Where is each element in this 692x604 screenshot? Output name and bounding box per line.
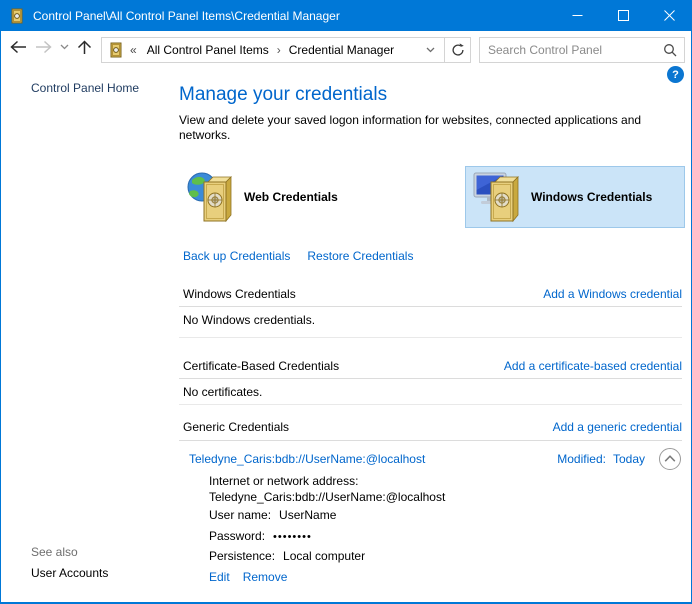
sidebar-item-user-accounts[interactable]: User Accounts: [31, 566, 108, 580]
persistence-label: Persistence:: [209, 549, 275, 563]
breadcrumb-collapse-chevrons[interactable]: «: [130, 43, 137, 57]
breadcrumb-all-control-panel-items[interactable]: All Control Panel Items: [145, 43, 271, 57]
web-credentials-tile[interactable]: Web Credentials: [179, 166, 423, 228]
back-arrow-icon: [9, 40, 28, 54]
section-title: Windows Credentials: [183, 287, 296, 301]
password-value: ••••••••: [273, 531, 312, 543]
search-box: [479, 37, 685, 63]
forward-button[interactable]: [34, 40, 53, 54]
edit-credential-link[interactable]: Edit: [209, 570, 230, 584]
restore-credentials-link[interactable]: Restore Credentials: [307, 249, 413, 263]
username-row: User name: UserName: [209, 508, 336, 522]
certificate-credentials-section-header: Certificate-Based Credentials Add a cert…: [183, 359, 682, 373]
section-divider: [179, 306, 682, 307]
address-label: Internet or network address:: [209, 474, 358, 488]
breadcrumb-separator-icon: ›: [271, 43, 287, 57]
search-icon[interactable]: [663, 43, 677, 57]
refresh-button[interactable]: [444, 38, 470, 62]
address-value: Teledyne_Caris:bdb://UserName:@localhost: [209, 490, 445, 504]
maximize-icon: [618, 10, 629, 21]
windows-credentials-label: Windows Credentials: [531, 190, 652, 204]
credential-row: Teledyne_Caris:bdb://UserName:@localhost…: [189, 447, 682, 471]
window-title: Control Panel\All Control Panel Items\Cr…: [33, 9, 340, 23]
password-row: Password: ••••••••: [209, 529, 312, 543]
section-divider: [179, 440, 682, 441]
credential-name-link[interactable]: Teledyne_Caris:bdb://UserName:@localhost: [189, 452, 425, 466]
section-divider: [179, 378, 682, 379]
minimize-button[interactable]: [554, 0, 600, 31]
persistence-value: Local computer: [283, 549, 365, 563]
section-divider: [179, 404, 682, 405]
remove-credential-link[interactable]: Remove: [243, 570, 288, 584]
persistence-row: Persistence: Local computer: [209, 549, 365, 563]
windows-credentials-icon: [473, 170, 523, 224]
username-value: UserName: [279, 508, 336, 522]
chevron-down-icon: [60, 44, 69, 50]
credential-manager-window: Control Panel\All Control Panel Items\Cr…: [0, 0, 692, 604]
title-bar: Control Panel\All Control Panel Items\Cr…: [0, 0, 692, 31]
add-certificate-credential-link[interactable]: Add a certificate-based credential: [504, 359, 682, 373]
address-bar[interactable]: « All Control Panel Items › Credential M…: [101, 37, 471, 63]
modified-value: Today: [613, 452, 645, 466]
add-windows-credential-link[interactable]: Add a Windows credential: [543, 287, 682, 301]
close-icon: [664, 10, 675, 21]
close-button[interactable]: [646, 0, 692, 31]
address-control-panel-icon: [108, 42, 124, 58]
search-input[interactable]: [480, 43, 663, 57]
credential-link-row: Edit Remove: [209, 570, 287, 584]
page-description: View and delete your saved logon informa…: [179, 113, 679, 143]
control-panel-safe-icon: [9, 8, 25, 24]
credential-actions: Back up Credentials Restore Credentials: [183, 249, 430, 263]
modified-label: Modified:: [557, 452, 606, 466]
up-arrow-icon: [77, 40, 92, 55]
address-history-dropdown[interactable]: [417, 38, 444, 62]
up-button[interactable]: [77, 40, 92, 55]
backup-credentials-link[interactable]: Back up Credentials: [183, 249, 290, 263]
no-certificates-text: No certificates.: [183, 385, 262, 399]
page-title: Manage your credentials: [179, 84, 387, 106]
help-button[interactable]: ?: [667, 66, 684, 83]
section-divider: [179, 337, 682, 338]
web-credentials-label: Web Credentials: [244, 190, 338, 204]
no-windows-credentials-text: No Windows credentials.: [183, 313, 315, 327]
web-credentials-icon: [186, 170, 236, 224]
collapse-credential-button[interactable]: [658, 447, 682, 471]
generic-credentials-section-header: Generic Credentials Add a generic creden…: [183, 420, 682, 434]
back-button[interactable]: [9, 40, 28, 54]
see-also-label: See also: [31, 545, 78, 559]
add-generic-credential-link[interactable]: Add a generic credential: [553, 420, 682, 434]
forward-arrow-icon: [34, 40, 53, 54]
maximize-button[interactable]: [600, 0, 646, 31]
windows-credentials-section-header: Windows Credentials Add a Windows creden…: [183, 287, 682, 301]
recent-pages-dropdown[interactable]: [60, 44, 69, 50]
minimize-icon: [572, 10, 583, 21]
section-title: Generic Credentials: [183, 420, 289, 434]
username-label: User name:: [209, 508, 271, 522]
password-label: Password:: [209, 529, 265, 543]
chevron-down-icon: [426, 47, 435, 53]
window-controls: [554, 0, 692, 31]
windows-credentials-tile[interactable]: Windows Credentials: [465, 166, 685, 228]
sidebar-item-control-panel-home[interactable]: Control Panel Home: [31, 81, 139, 95]
section-title: Certificate-Based Credentials: [183, 359, 339, 373]
breadcrumb-credential-manager[interactable]: Credential Manager: [287, 43, 396, 57]
refresh-icon: [451, 43, 465, 57]
